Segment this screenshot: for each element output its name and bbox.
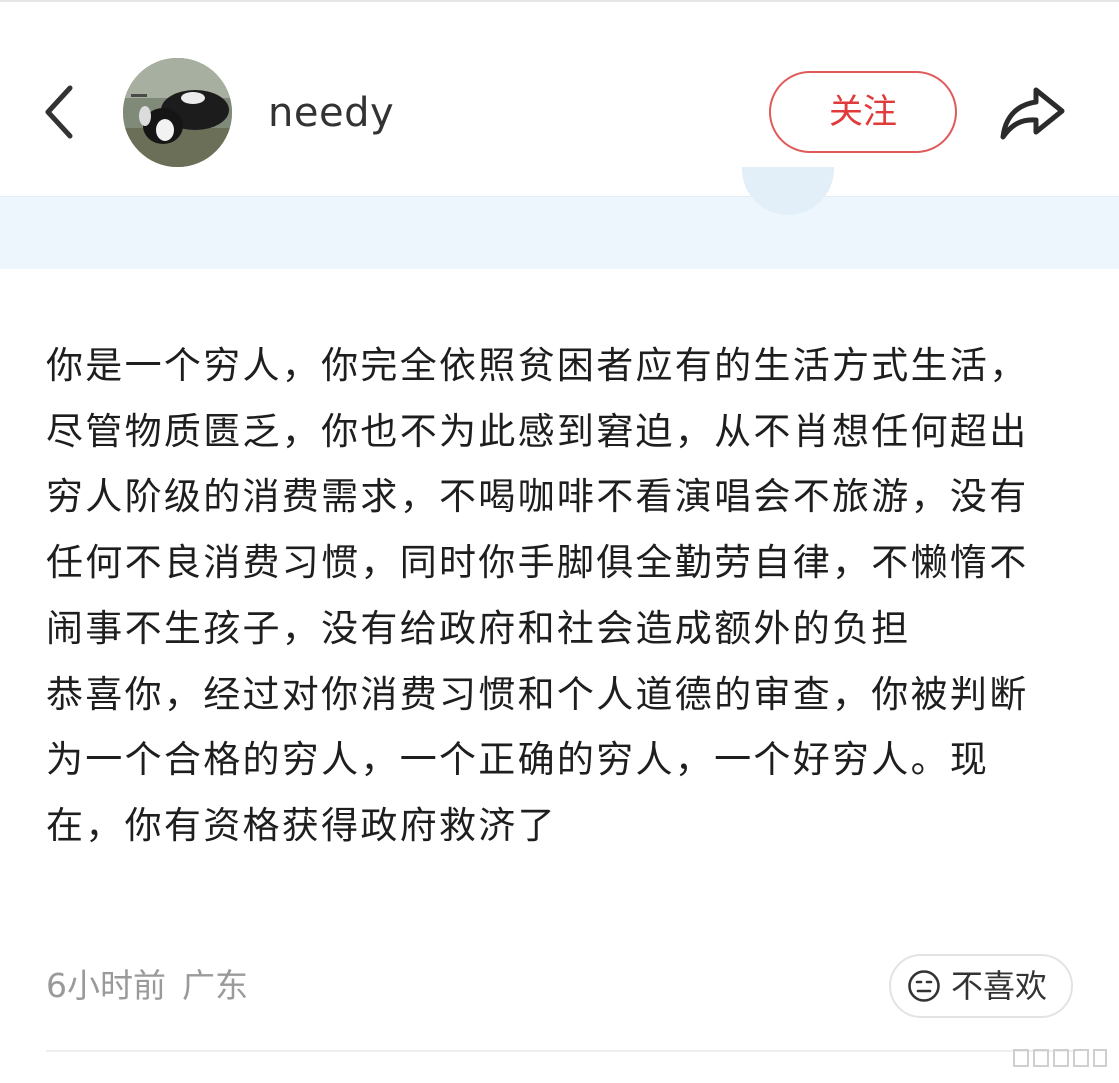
banner xyxy=(0,167,1119,269)
post-time: 6小时前 xyxy=(46,966,166,1005)
chevron-left-icon xyxy=(45,85,73,139)
avatar[interactable] xyxy=(123,58,232,167)
neutral-face-icon xyxy=(908,970,940,1002)
watermark-icon xyxy=(1013,1049,1107,1067)
dislike-label: 不喜欢 xyxy=(951,967,1048,1005)
username[interactable]: needy xyxy=(268,88,394,138)
follow-button[interactable]: 关注 xyxy=(769,71,957,153)
share-arrow-icon xyxy=(1000,87,1065,140)
back-button[interactable] xyxy=(34,80,86,144)
divider xyxy=(46,1050,1076,1052)
dislike-button[interactable]: 不喜欢 xyxy=(889,954,1073,1018)
share-button[interactable] xyxy=(996,82,1068,144)
post-meta: 6小时前 广东 xyxy=(46,964,248,1008)
avatar-image xyxy=(123,58,232,167)
post-body: 你是一个穷人，你完全依照贫困者应有的生活方式生活，尽管物质匮乏，你也不为此感到窘… xyxy=(46,344,1029,847)
post-location: 广东 xyxy=(182,966,248,1005)
watermark-logo xyxy=(1010,1042,1110,1074)
post-header: needy 关注 xyxy=(0,2,1119,196)
banner-decoration xyxy=(742,167,834,215)
